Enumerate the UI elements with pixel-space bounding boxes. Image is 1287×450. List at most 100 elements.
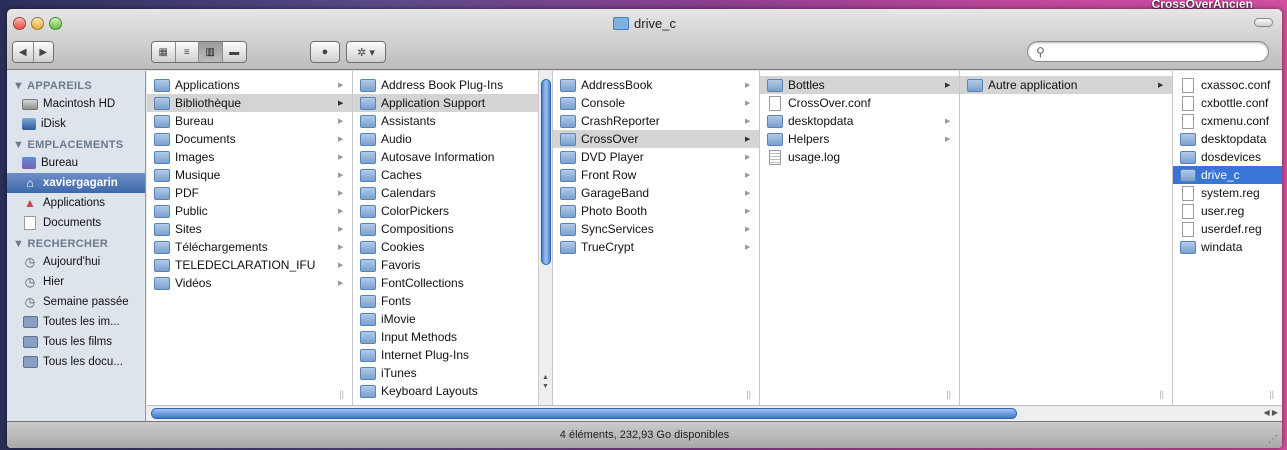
file-row[interactable]: cxmenu.conf	[1173, 112, 1282, 130]
folder-row[interactable]: Vidéos ▶	[147, 274, 352, 292]
file-row[interactable]: CrossOver.conf	[760, 94, 959, 112]
folder-row[interactable]: Photo Booth ▶	[553, 202, 759, 220]
folder-row[interactable]: CrossOver ▶	[553, 130, 759, 148]
column-resize-handle[interactable]: ||	[1269, 389, 1274, 399]
horizontal-scrollbar[interactable]: ◀ ▶	[147, 405, 1282, 421]
folder-row[interactable]: TrueCrypt ▶	[553, 238, 759, 256]
folder-row[interactable]: GarageBand ▶	[553, 184, 759, 202]
folder-row[interactable]: Front Row ▶	[553, 166, 759, 184]
folder-row[interactable]: Cookies▶	[353, 238, 552, 256]
folder-row[interactable]: SyncServices ▶	[553, 220, 759, 238]
sidebar-item[interactable]: ⌂ xaviergagarin	[7, 173, 145, 193]
sidebar-section-header[interactable]: ▼ APPAREILS	[7, 75, 145, 94]
sidebar-item[interactable]: ▲ Applications	[7, 193, 145, 213]
column-resize-handle[interactable]: ||	[1159, 389, 1164, 399]
sidebar-item[interactable]: Macintosh HD	[7, 94, 145, 114]
file-row[interactable]: user.reg	[1173, 202, 1282, 220]
browser-column[interactable]: cxassoc.conf cxbottle.conf cxmenu.conf desk…	[1173, 71, 1282, 405]
scroll-arrows[interactable]: ◀ ▶	[1263, 408, 1278, 417]
search-input[interactable]	[1048, 45, 1249, 58]
browser-column[interactable]: Bottles ▶ CrossOver.conf desktopdata ▶ Helper…	[760, 71, 960, 405]
folder-row[interactable]: Audio▶	[353, 130, 552, 148]
sidebar-item[interactable]: Toutes les im...	[7, 312, 145, 332]
sidebar-item[interactable]: Bureau	[7, 153, 145, 173]
back-button[interactable]: ◀	[13, 42, 34, 62]
folder-row[interactable]: Musique ▶	[147, 166, 352, 184]
toolbar-toggle-button[interactable]	[1254, 18, 1273, 27]
folder-row[interactable]: Address Book Plug-Ins▶	[353, 76, 552, 94]
folder-row[interactable]: iTunes▶	[353, 364, 552, 382]
icon-view-button[interactable]: ▦	[152, 42, 176, 62]
folder-row[interactable]: Bureau ▶	[147, 112, 352, 130]
folder-row[interactable]: FontCollections▶	[353, 274, 552, 292]
folder-row[interactable]: TELEDECLARATION_IFU ▶	[147, 256, 352, 274]
folder-row[interactable]: dosdevices	[1173, 148, 1282, 166]
action-menu-button[interactable]: ✲ ▾	[346, 41, 386, 63]
browser-column[interactable]: AddressBook ▶ Console ▶ CrashReporter ▶ CrossO…	[553, 71, 760, 405]
folder-row[interactable]: AddressBook ▶	[553, 76, 759, 94]
browser-column[interactable]: Autre application ▶ ||	[960, 71, 1173, 405]
folder-row[interactable]: desktopdata	[1173, 130, 1282, 148]
coverflow-view-button[interactable]: ▬	[222, 42, 246, 62]
folder-row[interactable]: Caches▶	[353, 166, 552, 184]
folder-row[interactable]: Autosave Information▶	[353, 148, 552, 166]
folder-row[interactable]: windata	[1173, 238, 1282, 256]
sidebar-item[interactable]: iDisk	[7, 114, 145, 134]
folder-row[interactable]: drive_c	[1173, 166, 1282, 184]
folder-row[interactable]: DVD Player ▶	[553, 148, 759, 166]
folder-row[interactable]: Téléchargements ▶	[147, 238, 352, 256]
folder-row[interactable]: Fonts▶	[353, 292, 552, 310]
folder-row[interactable]: Helpers ▶	[760, 130, 959, 148]
sidebar-item[interactable]: ◷ Aujourd'hui	[7, 252, 145, 272]
folder-row[interactable]: Compositions▶	[353, 220, 552, 238]
folder-row[interactable]: PDF ▶	[147, 184, 352, 202]
folder-row[interactable]: Favoris▶	[353, 256, 552, 274]
folder-row[interactable]: Internet Plug-Ins▶	[353, 346, 552, 364]
forward-button[interactable]: ▶	[33, 42, 53, 62]
sidebar-item[interactable]: Documents	[7, 213, 145, 233]
folder-row[interactable]: Sites ▶	[147, 220, 352, 238]
folder-row[interactable]: Console ▶	[553, 94, 759, 112]
quick-look-button[interactable]: ●	[310, 41, 340, 63]
browser-column[interactable]: Address Book Plug-Ins▶Application Suppor…	[353, 71, 553, 405]
folder-row[interactable]: desktopdata ▶	[760, 112, 959, 130]
column-resize-handle[interactable]: ||	[746, 389, 751, 399]
folder-row[interactable]: Images ▶	[147, 148, 352, 166]
sidebar-item[interactable]: Tous les docu...	[7, 352, 145, 372]
sidebar-item[interactable]: ◷ Semaine passée	[7, 292, 145, 312]
folder-row[interactable]: Bottles ▶	[760, 76, 959, 94]
file-row[interactable]: cxassoc.conf	[1173, 76, 1282, 94]
resize-grip-icon[interactable]: ⋰	[1268, 434, 1278, 445]
folder-row[interactable]: ColorPickers▶	[353, 202, 552, 220]
folder-row[interactable]: Documents ▶	[147, 130, 352, 148]
sidebar-section-header[interactable]: ▼ RECHERCHER	[7, 233, 145, 252]
folder-row[interactable]: Autre application ▶	[960, 76, 1172, 94]
browser-column[interactable]: Applications ▶ Bibliothèque ▶ Bureau ▶ Documen…	[147, 71, 353, 405]
folder-row[interactable]: Applications ▶	[147, 76, 352, 94]
file-row[interactable]: system.reg	[1173, 184, 1282, 202]
file-row[interactable]: userdef.reg	[1173, 220, 1282, 238]
folder-row[interactable]: Public ▶	[147, 202, 352, 220]
folder-row[interactable]: iMovie▶	[353, 310, 552, 328]
search-field[interactable]: ⚲	[1027, 41, 1269, 62]
folder-row[interactable]: Application Support▶	[353, 94, 552, 112]
sidebar-section-header[interactable]: ▼ EMPLACEMENTS	[7, 134, 145, 153]
folder-row[interactable]: Bibliothèque ▶	[147, 94, 352, 112]
file-row[interactable]: usage.log	[760, 148, 959, 166]
vertical-scrollbar[interactable]: ▲ ▼	[538, 71, 552, 405]
sidebar-item[interactable]: ◷ Hier	[7, 272, 145, 292]
horizontal-scroll-thumb[interactable]	[151, 408, 1017, 419]
column-resize-handle[interactable]: ||	[339, 389, 344, 399]
list-view-button[interactable]: ≡	[175, 42, 199, 62]
vertical-scroll-thumb[interactable]	[541, 79, 551, 265]
folder-row[interactable]: Keyboard Layouts▶	[353, 382, 552, 400]
file-row[interactable]: cxbottle.conf	[1173, 94, 1282, 112]
folder-row[interactable]: Input Methods▶	[353, 328, 552, 346]
sidebar-item[interactable]: Tous les films	[7, 332, 145, 352]
folder-row[interactable]: Assistants▶	[353, 112, 552, 130]
scroll-arrows[interactable]: ▲ ▼	[542, 373, 549, 391]
column-view-button[interactable]: ▥	[199, 42, 223, 62]
folder-row[interactable]: CrashReporter ▶	[553, 112, 759, 130]
folder-row[interactable]: Calendars▶	[353, 184, 552, 202]
column-resize-handle[interactable]: ||	[946, 389, 951, 399]
